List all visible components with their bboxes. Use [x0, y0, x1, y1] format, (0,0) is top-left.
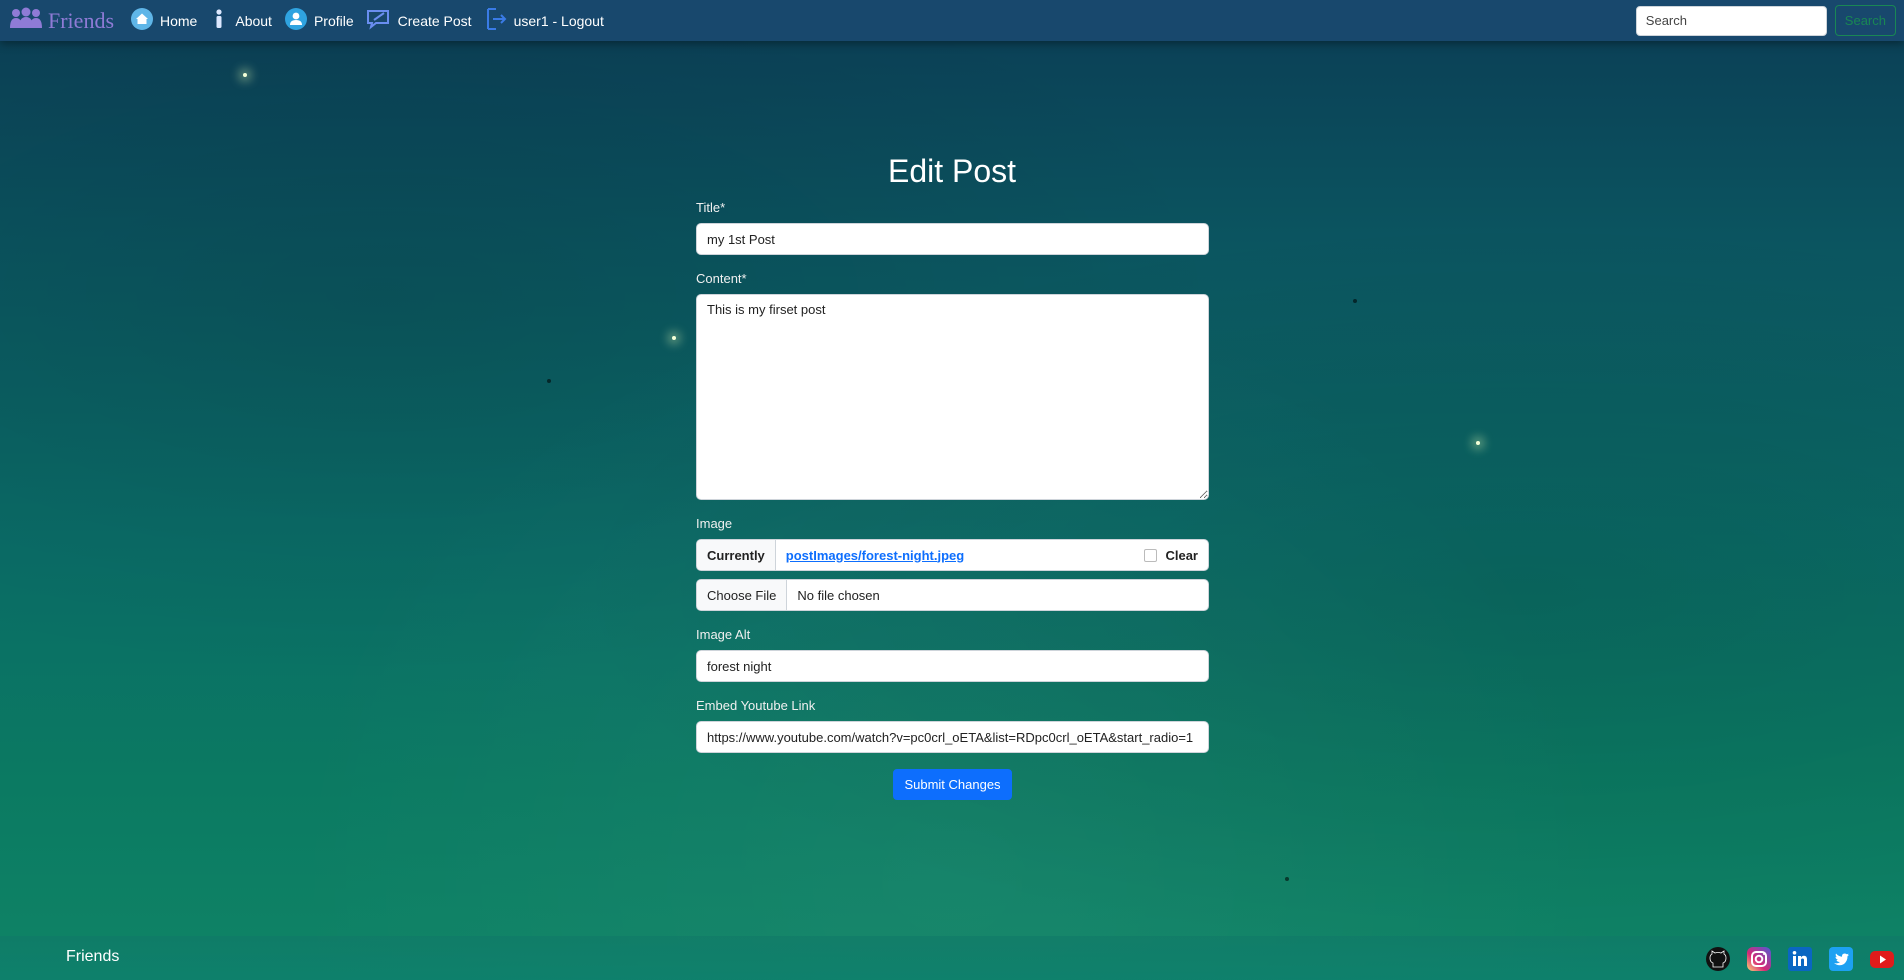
nav-about[interactable]: About — [209, 7, 272, 34]
info-icon — [209, 7, 229, 34]
clear-image-label: Clear — [1165, 547, 1198, 563]
nav-logout[interactable]: user1 - Logout — [484, 7, 604, 34]
youtube-icon[interactable] — [1869, 946, 1895, 972]
no-file-chosen-text: No file chosen — [797, 587, 880, 603]
clear-image-control: Clear — [1144, 548, 1198, 563]
profile-icon — [284, 7, 308, 34]
edit-post-form: Title* Content* This is my firset post I… — [696, 200, 1209, 800]
home-icon — [130, 7, 154, 34]
image-label: Image — [696, 516, 733, 531]
search-form: Search — [1635, 5, 1896, 36]
friends-logo-icon — [8, 6, 44, 35]
youtube-label: Embed Youtube Link — [696, 698, 816, 713]
top-navbar: Friends Home About Profile Create Post u… — [0, 0, 1904, 41]
nav-create-post[interactable]: Create Post — [366, 7, 472, 34]
youtube-link-input[interactable] — [696, 721, 1209, 753]
firefly-light — [1476, 441, 1480, 445]
instagram-icon[interactable] — [1746, 946, 1772, 972]
file-input[interactable]: Choose File No file chosen — [696, 579, 1209, 611]
image-group: Image Currently postImages/forest-night.… — [696, 516, 1209, 611]
clear-image-checkbox[interactable] — [1144, 548, 1158, 562]
choose-file-button[interactable]: Choose File — [697, 580, 788, 610]
brand-link[interactable]: Friends — [8, 6, 114, 35]
twitter-icon[interactable] — [1828, 946, 1854, 972]
content-label: Content* — [696, 271, 747, 286]
youtube-group: Embed Youtube Link — [696, 698, 1209, 753]
nav-create-post-label: Create Post — [397, 12, 472, 29]
create-post-icon — [366, 7, 392, 34]
logout-icon — [484, 7, 508, 34]
search-button[interactable]: Search — [1834, 5, 1896, 36]
firefly-light — [243, 73, 247, 77]
firefly-light — [672, 336, 676, 340]
image-alt-input[interactable] — [696, 650, 1209, 682]
image-alt-group: Image Alt — [696, 627, 1209, 682]
image-alt-label: Image Alt — [696, 627, 751, 642]
github-icon[interactable] — [1705, 946, 1731, 972]
submit-changes-button[interactable]: Submit Changes — [893, 769, 1012, 800]
background-dot — [547, 379, 551, 383]
nav-profile-label: Profile — [313, 12, 354, 29]
brand-name: Friends — [48, 7, 114, 33]
currently-label: Currently — [697, 540, 776, 570]
footer-brand: Friends — [66, 948, 120, 965]
social-links — [1705, 946, 1895, 972]
content-group: Content* This is my firset post — [696, 271, 1209, 500]
nav-home-label: Home — [160, 12, 198, 29]
background-dot — [1285, 877, 1289, 881]
nav-about-label: About — [235, 12, 272, 29]
title-group: Title* — [696, 200, 1209, 255]
page-title: Edit Post — [887, 153, 1017, 189]
current-image-row: Currently postImages/forest-night.jpeg C… — [696, 539, 1209, 571]
title-label: Title* — [696, 200, 726, 215]
title-input[interactable] — [696, 223, 1209, 255]
current-image-link[interactable]: postImages/forest-night.jpeg — [786, 548, 964, 563]
search-input[interactable] — [1635, 5, 1827, 36]
content-textarea[interactable]: This is my firset post — [696, 294, 1209, 500]
nav-profile[interactable]: Profile — [284, 7, 354, 34]
nav-home[interactable]: Home — [130, 7, 197, 34]
footer: Friends — [0, 936, 1904, 980]
linkedin-icon[interactable] — [1787, 946, 1813, 972]
nav-logout-label: user1 - Logout — [513, 12, 604, 29]
background-dot — [1353, 299, 1357, 303]
submit-wrap: Submit Changes — [696, 769, 1209, 800]
